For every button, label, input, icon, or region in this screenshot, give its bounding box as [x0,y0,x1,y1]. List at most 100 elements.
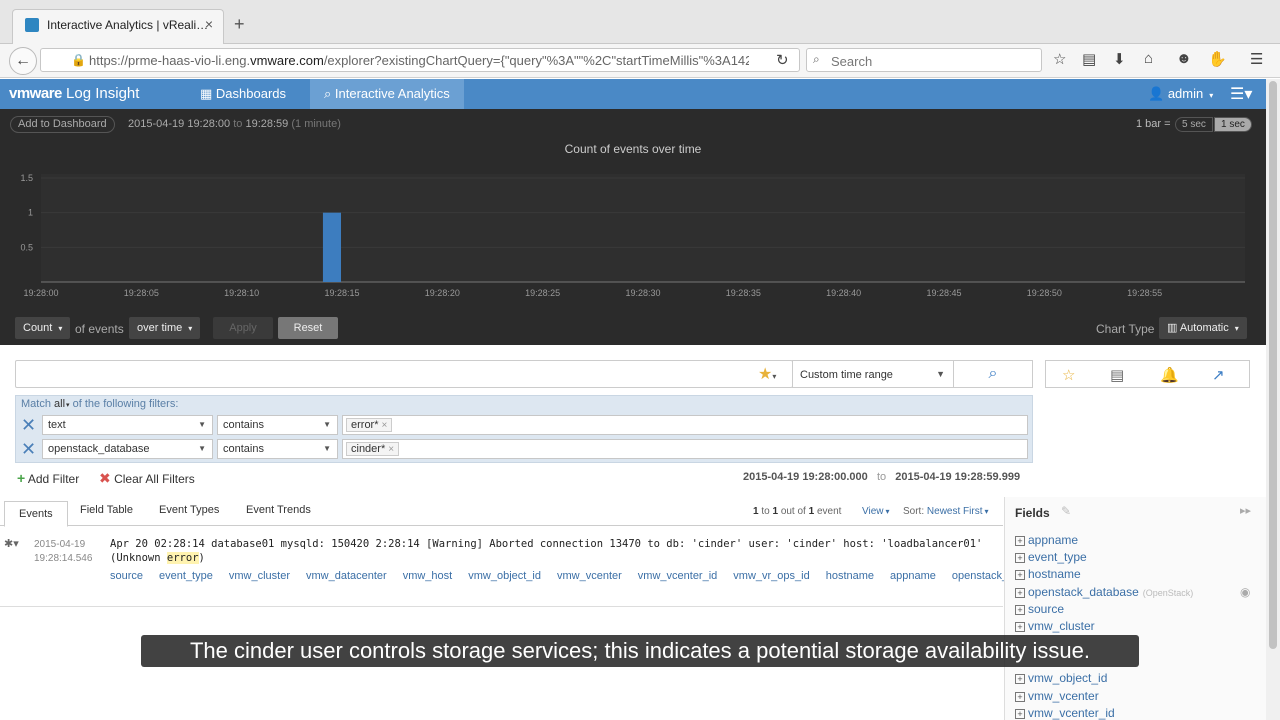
pencil-icon[interactable]: ✎ [1061,504,1071,518]
tab-events[interactable]: Events [4,501,68,527]
expand-plus-icon[interactable]: + [1015,553,1025,563]
field-item-hostname[interactable]: + hostname [1015,567,1081,581]
expand-plus-icon[interactable]: + [1015,570,1025,580]
sort-dropdown[interactable]: Sort: Newest First ▾ [903,506,988,517]
filter-operator-select[interactable]: contains ▼ [217,439,338,459]
view-dropdown[interactable]: View ▾ [862,506,890,517]
search-button[interactable]: ⌕ [953,360,1033,388]
chevron-down-icon: ▼ [936,369,945,379]
event-field-link[interactable]: hostname [826,570,874,582]
clear-all-filters-button[interactable]: ✖ Clear All Filters [99,470,195,487]
query-input[interactable] [15,360,793,388]
filter-value-input[interactable]: cinder* × [342,439,1028,459]
scrollbar-thumb[interactable] [1269,81,1277,649]
tab-event-types[interactable]: Event Types [159,504,219,516]
x-tick-label: 19:28:00 [23,288,58,298]
field-item-source[interactable]: + source [1015,602,1064,616]
tab-event-trends[interactable]: Event Trends [246,504,311,516]
reading-list-icon[interactable]: ▤ [1082,50,1096,68]
expand-plus-icon[interactable]: + [1015,674,1025,684]
of-events-label: of events [75,322,124,336]
field-item-vmw-cluster[interactable]: + vmw_cluster [1015,619,1095,633]
back-icon[interactable]: ← [9,47,37,75]
bookmark-star-icon[interactable]: ☆ [1053,50,1066,68]
over-time-dropdown[interactable]: over time ▾ [129,317,201,339]
browser-menu-icon[interactable]: ☰ [1250,50,1263,68]
user-menu[interactable]: 👤 admin ▾ [1148,86,1213,102]
event-message: Apr 20 02:28:14 database01 mysqld: 15042… [110,538,983,564]
field-item-vmw-vcenter-id[interactable]: + vmw_vcenter_id [1015,706,1115,720]
remove-filter-icon[interactable]: ✕ [21,415,36,436]
favorite-query-icon[interactable]: ★▾ [758,364,776,384]
field-item-vmw-vcenter[interactable]: + vmw_vcenter [1015,689,1099,703]
filter-value-chip[interactable]: error* × [346,418,393,432]
filter-operator-select[interactable]: contains ▼ [217,415,338,435]
query-time-range: 2015-04-19 19:28:00.000 to 2015-04-19 19… [743,471,1021,483]
add-filter-button[interactable]: + Add Filter [17,470,79,486]
time-range-select[interactable]: Custom time range ▼ [792,360,954,388]
event-field-link[interactable]: vmw_vcenter_id [638,570,717,582]
gear-icon[interactable]: ✱▾ [4,537,19,550]
add-favorite-icon[interactable]: ☆ [1062,366,1075,384]
expand-plus-icon[interactable]: + [1015,709,1025,719]
nav-dashboards[interactable]: ▦ Dashboards [186,79,300,109]
count-dropdown[interactable]: Count ▾ [15,317,71,339]
browser-tab[interactable]: Interactive Analytics | vReali… × [12,9,224,45]
filter-value-input[interactable]: error* × [342,415,1028,435]
event-field-link[interactable]: vmw_datacenter [306,570,387,582]
remove-filter-icon[interactable]: ✕ [21,439,36,460]
filter-value-chip[interactable]: cinder* × [346,442,400,456]
event-field-link[interactable]: source [110,570,143,582]
field-item-event-type[interactable]: + event_type [1015,550,1087,564]
nav-interactive-analytics[interactable]: ⌕ Interactive Analytics [310,79,464,109]
event-field-link[interactable]: vmw_vr_ops_id [733,570,809,582]
expand-plus-icon[interactable]: + [1015,622,1025,632]
expand-plus-icon[interactable]: + [1015,692,1025,702]
filter-field-select[interactable]: openstack_database ▼ [42,439,213,459]
event-field-link[interactable]: appname [890,570,936,582]
histogram-bar[interactable] [322,212,341,282]
match-mode-dropdown[interactable]: all [54,398,65,410]
event-field-link[interactable]: vmw_cluster [229,570,290,582]
home-icon[interactable]: ⌂ [1144,50,1153,67]
event-field-link[interactable]: vmw_object_id [468,570,541,582]
x-tick-label: 19:28:55 [1127,288,1162,298]
download-icon[interactable]: ⬇ [1113,50,1126,68]
event-histogram[interactable]: 0.5 1 1.5 19:28:00 19:28:05 19:28:10 19:28:15 1… [0,160,1266,310]
export-icon[interactable]: ↗ [1212,366,1225,384]
chip-remove-icon[interactable]: × [388,444,394,455]
address-bar[interactable]: ← 🔒 https://prme-haas-vio-li.eng.vmware.… [9,47,800,75]
event-field-link[interactable]: vmw_vcenter [557,570,622,582]
extension-icon[interactable]: ✋ [1208,50,1227,68]
expand-plus-icon[interactable]: + [1015,536,1025,546]
expand-plus-icon[interactable]: + [1015,588,1025,598]
tab-field-table[interactable]: Field Table [80,504,133,516]
field-item-appname[interactable]: + appname [1015,533,1078,547]
field-item-openstack-database[interactable]: + openstack_database (OpenStack) [1015,585,1193,599]
bar-size-5sec[interactable]: 5 sec [1175,117,1213,132]
event-field-link[interactable]: event_type [159,570,213,582]
alert-bell-icon[interactable]: 🔔 [1160,366,1179,384]
add-to-dashboard-icon[interactable]: ▤ [1110,366,1124,384]
event-field-link[interactable]: vmw_host [403,570,453,582]
expand-plus-icon[interactable]: + [1015,605,1025,615]
reset-button[interactable]: Reset [278,317,338,339]
browser-search-input[interactable]: ⌕ Search [806,48,1042,72]
search-icon: ⌕ [324,86,335,101]
field-item-vmw-object-id[interactable]: + vmw_object_id [1015,671,1107,685]
chip-remove-icon[interactable]: × [382,420,388,431]
filter-field-select[interactable]: text ▼ [42,415,213,435]
app-logo[interactable]: vmware Log Insight [9,85,139,102]
add-to-dashboard-button[interactable]: Add to Dashboard [10,116,115,133]
apply-button[interactable]: Apply [213,317,273,339]
tab-close-icon[interactable]: × [205,16,213,32]
new-tab-button[interactable]: + [234,14,245,35]
event-field-links: source event_type vmw_cluster vmw_datacente… [110,568,1053,584]
hamburger-menu-icon[interactable]: ☰▾ [1230,84,1252,104]
chat-icon[interactable]: ☻ [1176,50,1192,67]
reload-icon[interactable]: ↻ [776,51,789,69]
chart-type-dropdown[interactable]: ▥ Automatic ▾ [1159,317,1247,339]
eye-icon[interactable]: ◉ [1240,585,1250,599]
bar-size-1sec[interactable]: 1 sec [1214,117,1252,132]
collapse-panel-icon[interactable]: ▸▸ [1240,504,1251,517]
